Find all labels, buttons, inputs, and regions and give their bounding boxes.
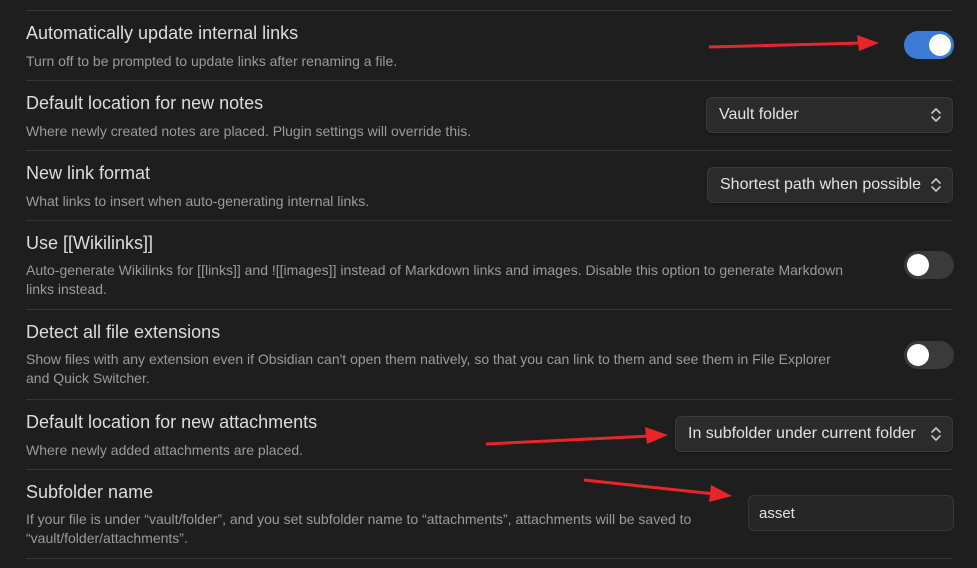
setting-detect-file-extensions: Detect all file extensions Show files wi… xyxy=(0,310,977,399)
subfolder-name-input[interactable] xyxy=(748,495,954,531)
settings-page: Automatically update internal links Turn… xyxy=(0,0,977,568)
divider xyxy=(26,558,953,559)
dropdown-value: Shortest path when possible xyxy=(720,176,922,193)
setting-name: Use [[Wikilinks]] xyxy=(26,233,154,253)
wikilinks-toggle[interactable] xyxy=(904,251,954,279)
setting-name: Default location for new attachments xyxy=(26,412,318,432)
red-arrow-annotation xyxy=(583,478,732,502)
setting-name: New link format xyxy=(26,163,151,183)
setting-subfolder-name: Subfolder name If your file is under “va… xyxy=(0,470,977,558)
chevron-up-down-icon xyxy=(931,108,941,122)
toggle-knob xyxy=(929,34,951,56)
setting-description: If your file is under “vault/folder”, an… xyxy=(26,511,692,546)
setting-default-note-location: Default location for new notes Where new… xyxy=(0,81,977,150)
setting-description: Auto-generate Wikilinks for [[links]] an… xyxy=(26,262,844,297)
setting-name: Subfolder name xyxy=(26,482,154,502)
setting-description: Show files with any extension even if Ob… xyxy=(26,351,831,386)
toggle-knob xyxy=(907,254,929,276)
auto-update-links-toggle[interactable] xyxy=(904,31,954,59)
setting-new-link-format: New link format What links to insert whe… xyxy=(0,151,977,220)
setting-use-wikilinks: Use [[Wikilinks]] Auto-generate Wikilink… xyxy=(0,221,977,309)
toggle-knob xyxy=(907,344,929,366)
setting-name: Detect all file extensions xyxy=(26,322,221,342)
detect-extensions-toggle[interactable] xyxy=(904,341,954,369)
link-format-dropdown[interactable]: Shortest path when possible xyxy=(707,167,953,203)
chevron-up-down-icon xyxy=(931,178,941,192)
chevron-up-down-icon xyxy=(931,427,941,441)
attachment-location-dropdown[interactable]: In subfolder under current folder xyxy=(675,416,953,452)
dropdown-value: In subfolder under current folder xyxy=(688,425,916,442)
note-location-dropdown[interactable]: Vault folder xyxy=(706,97,953,133)
red-arrow-annotation xyxy=(485,427,668,446)
red-arrow-annotation xyxy=(708,35,879,51)
dropdown-value: Vault folder xyxy=(719,106,799,123)
setting-name: Default location for new notes xyxy=(26,93,264,113)
setting-name: Automatically update internal links xyxy=(26,23,299,43)
